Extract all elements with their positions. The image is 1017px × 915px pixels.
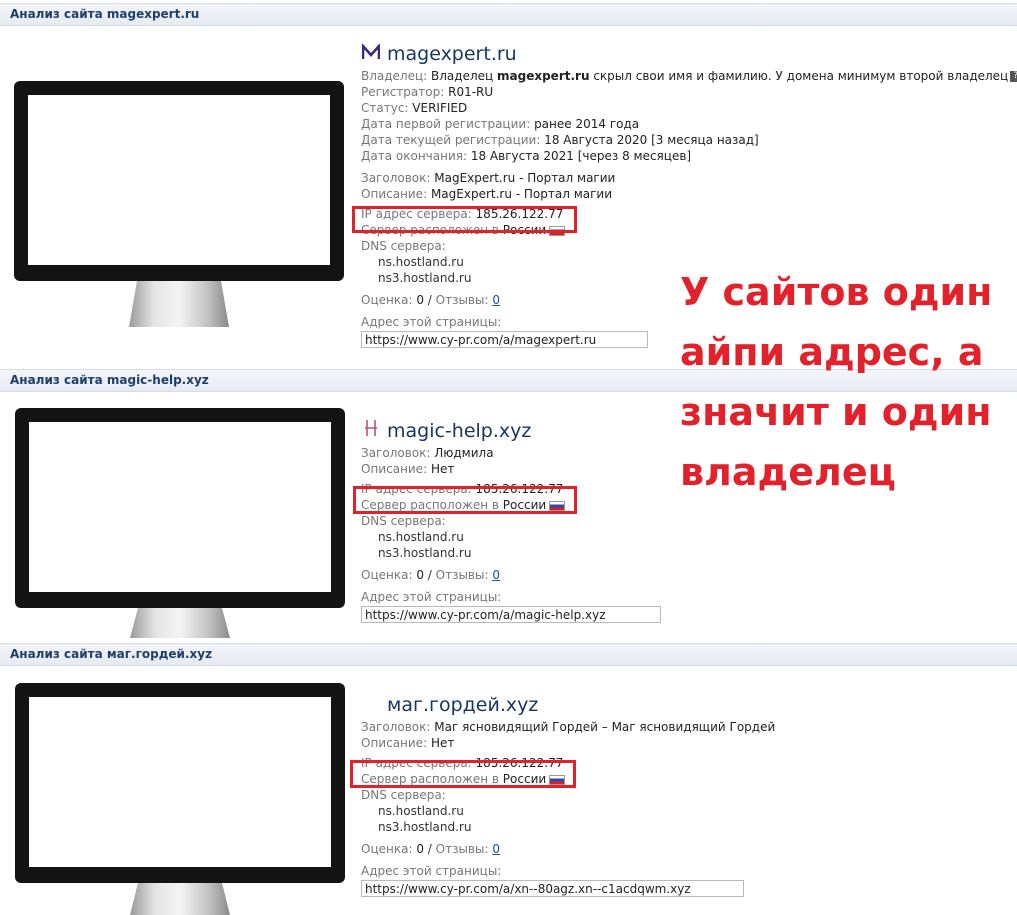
site-domain-title: маг.гордей.xyz: [361, 693, 1011, 719]
dns-server: ns.hostland.ru: [378, 804, 464, 818]
rating-row: Оценка: 0 / Отзывы: 0: [361, 568, 500, 582]
rating-row: Оценка: 0 / Отзывы: 0: [361, 842, 500, 856]
expiry-row: Дата окончания: 18 Августа 2021 [через 8…: [361, 149, 692, 163]
page-url-field[interactable]: https://www.cy-pr.com/a/magexpert.ru: [361, 331, 648, 348]
reviews-link[interactable]: 0: [492, 568, 500, 582]
reviews-link[interactable]: 0: [492, 293, 500, 307]
page-address-label: Адрес этой страницы:: [361, 590, 502, 604]
site-domain-link[interactable]: magexpert.ru: [387, 43, 517, 65]
first-registration-row: Дата первой регистрации: ранее 2014 года: [361, 117, 640, 131]
site-domain-link[interactable]: magic-help.xyz: [387, 420, 531, 442]
annotation-note: У сайтов один айпи адрес, а значит и оди…: [680, 270, 993, 494]
site-screenshot: [28, 95, 330, 265]
registrar-row: Регистратор: R01-RU: [361, 85, 494, 99]
monitor-stand: [130, 608, 230, 638]
dns-server: ns.hostland.ru: [378, 530, 464, 544]
page-address-label: Адрес этой страницы:: [361, 864, 502, 878]
page-url-field[interactable]: https://www.cy-pr.com/a/xn--80agz.xn--c1…: [361, 880, 744, 897]
monitor-stand: [130, 883, 230, 915]
status-row: Статус: VERIFIED: [361, 101, 468, 115]
description-row: Описание: Нет: [361, 736, 455, 750]
magic-help-logo-icon: [361, 419, 381, 443]
monitor-stand: [129, 281, 229, 327]
site-screenshot: [29, 697, 331, 867]
reviews-link[interactable]: 0: [492, 842, 500, 856]
site-info-mag-gordey: маг.гордей.xyz Заголовок: Маг ясновидящи…: [361, 693, 1011, 897]
section-header-title: Анализ сайта маг.гордей.xyz: [10, 647, 213, 661]
site-screenshot: [29, 422, 331, 592]
site-screenshot-monitor: [15, 408, 345, 638]
section-header-title: Анализ сайта magic-help.xyz: [10, 373, 209, 387]
page-url-field[interactable]: https://www.cy-pr.com/a/magic-help.xyz: [361, 606, 661, 623]
site-domain-link[interactable]: маг.гордей.xyz: [387, 694, 538, 716]
site-screenshot-monitor: [14, 81, 344, 331]
help-icon[interactable]: ?: [1010, 71, 1017, 82]
site-screenshot-monitor: [15, 683, 345, 915]
dns-label-row: DNS сервера:: [361, 514, 446, 528]
ip-highlight-box: [350, 760, 576, 788]
current-registration-row: Дата текущей регистрации: 18 Августа 202…: [361, 133, 759, 147]
site-domain-title: magexpert.ru: [361, 42, 1011, 68]
dns-server: ns3.hostland.ru: [378, 546, 472, 560]
section-header-magexpert: Анализ сайта magexpert.ru: [0, 3, 1017, 26]
description-row: Описание: MagExpert.ru - Портал магии: [361, 187, 613, 201]
ip-highlight-box: [353, 486, 577, 514]
dns-server: ns3.hostland.ru: [378, 820, 472, 834]
section-header-title: Анализ сайта magexpert.ru: [10, 7, 200, 21]
section-header-mag-gordey: Анализ сайта маг.гордей.xyz: [0, 643, 1017, 666]
dns-label-row: DNS сервера:: [361, 788, 446, 802]
page-title-row: Заголовок: MagExpert.ru - Портал магии: [361, 171, 616, 185]
page-title-row: Заголовок: Маг ясновидящий Гордей – Маг …: [361, 720, 776, 734]
dns-label-row: DNS сервера:: [361, 239, 446, 253]
magexpert-logo-icon: [361, 42, 381, 66]
ip-highlight-box: [352, 206, 577, 233]
owner-row: Владелец: Владелец magexpert.ru скрыл св…: [361, 68, 1017, 84]
